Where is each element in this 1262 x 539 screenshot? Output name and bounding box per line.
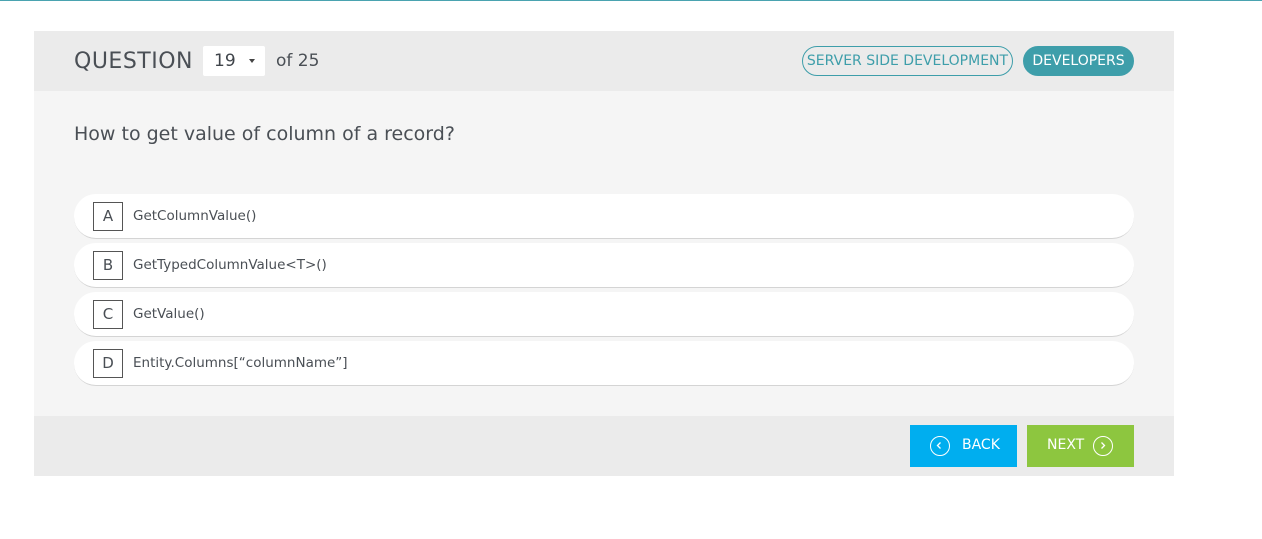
chevron-right-circle-icon: [1093, 436, 1113, 456]
answer-option-a[interactable]: A GetColumnValue(): [74, 194, 1134, 239]
quiz-header: QUESTION 19 of 25 SERVER SIDE DEVELOPMEN…: [34, 31, 1174, 91]
question-text: How to get value of column of a record?: [74, 123, 455, 145]
tag-developers[interactable]: DEVELOPERS: [1023, 46, 1134, 76]
quiz-card: QUESTION 19 of 25 SERVER SIDE DEVELOPMEN…: [34, 31, 1174, 476]
back-button-label: BACK: [962, 437, 1000, 453]
answer-text: GetTypedColumnValue<T>(): [133, 257, 327, 273]
next-button-label: NEXT: [1047, 437, 1085, 453]
question-label: QUESTION: [74, 49, 193, 74]
answer-letter-badge: A: [93, 202, 123, 231]
question-number-select[interactable]: 19: [203, 46, 265, 76]
answer-list: A GetColumnValue() B GetTypedColumnValue…: [74, 194, 1134, 390]
answer-letter-badge: D: [93, 349, 123, 378]
tag-server-side-development[interactable]: SERVER SIDE DEVELOPMENT: [802, 46, 1013, 76]
chevron-left-circle-icon: [930, 436, 950, 456]
answer-letter-badge: C: [93, 300, 123, 329]
caret-down-icon: [249, 59, 255, 63]
top-divider: [0, 0, 1262, 1]
answer-option-c[interactable]: C GetValue(): [74, 292, 1134, 337]
quiz-footer: BACK NEXT: [34, 416, 1174, 476]
next-button[interactable]: NEXT: [1027, 425, 1134, 467]
answer-option-d[interactable]: D Entity.Columns[“columnName”]: [74, 341, 1134, 386]
answer-letter-badge: B: [93, 251, 123, 280]
answer-text: Entity.Columns[“columnName”]: [133, 355, 348, 371]
answer-text: GetValue(): [133, 306, 205, 322]
answer-option-b[interactable]: B GetTypedColumnValue<T>(): [74, 243, 1134, 288]
answer-text: GetColumnValue(): [133, 208, 257, 224]
back-button[interactable]: BACK: [910, 425, 1017, 467]
question-total: of 25: [276, 51, 320, 71]
question-number-value: 19: [214, 51, 236, 71]
